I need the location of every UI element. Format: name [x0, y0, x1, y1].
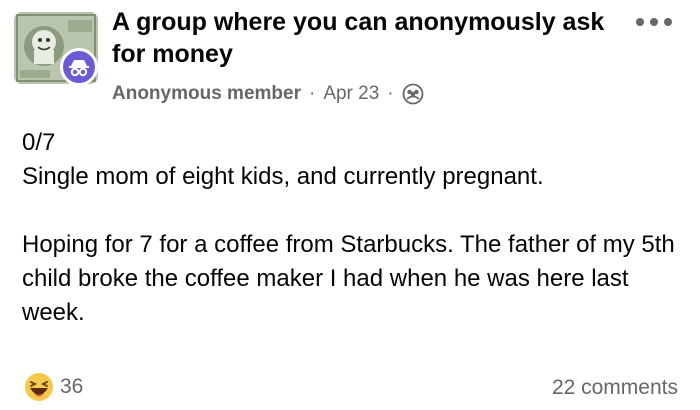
more-options-button[interactable]: [624, 10, 684, 34]
group-name-link[interactable]: A group where you can anonymously ask fo…: [112, 6, 612, 70]
post-line: Single mom of eight kids, and currently …: [22, 163, 544, 190]
author-name[interactable]: Anonymous member: [112, 83, 301, 105]
meta-separator: ·: [387, 83, 394, 104]
post-card: A group where you can anonymously ask fo…: [0, 0, 700, 410]
group-members-icon[interactable]: [402, 83, 424, 105]
post-date[interactable]: Apr 23: [323, 83, 379, 105]
meta-separator: ·: [308, 83, 316, 104]
more-dot-icon: [664, 18, 672, 26]
reactions-summary[interactable]: 36: [24, 372, 83, 402]
reaction-count: 36: [60, 375, 84, 398]
more-dot-icon: [636, 18, 644, 26]
comments-count-link[interactable]: 22 comments: [552, 376, 678, 400]
haha-emoji-icon: [25, 373, 53, 401]
group-avatar-wrap[interactable]: [14, 12, 98, 86]
post-text: 0/7 Single mom of eight kids, and curren…: [22, 126, 682, 330]
post-line: 0/7: [22, 129, 56, 156]
anonymous-badge-icon: [60, 48, 98, 86]
more-dot-icon: [650, 18, 658, 26]
post-paragraph: Hoping for 7 for a coffee from Starbucks…: [22, 231, 675, 326]
post-meta: Anonymous member · Apr 23 ·: [112, 83, 424, 105]
